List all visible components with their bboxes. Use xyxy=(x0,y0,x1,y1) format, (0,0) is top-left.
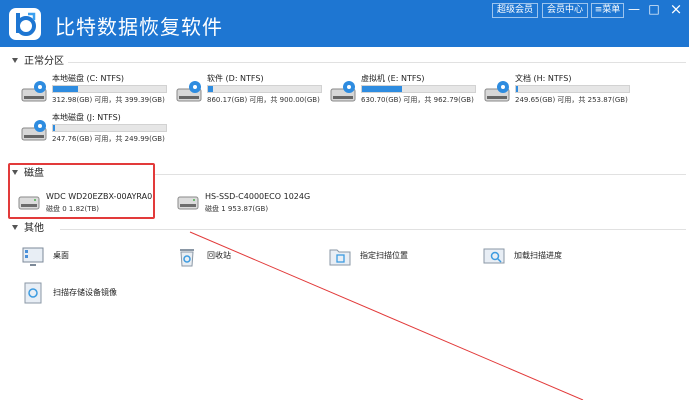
annotation-arrow-line xyxy=(189,231,584,400)
